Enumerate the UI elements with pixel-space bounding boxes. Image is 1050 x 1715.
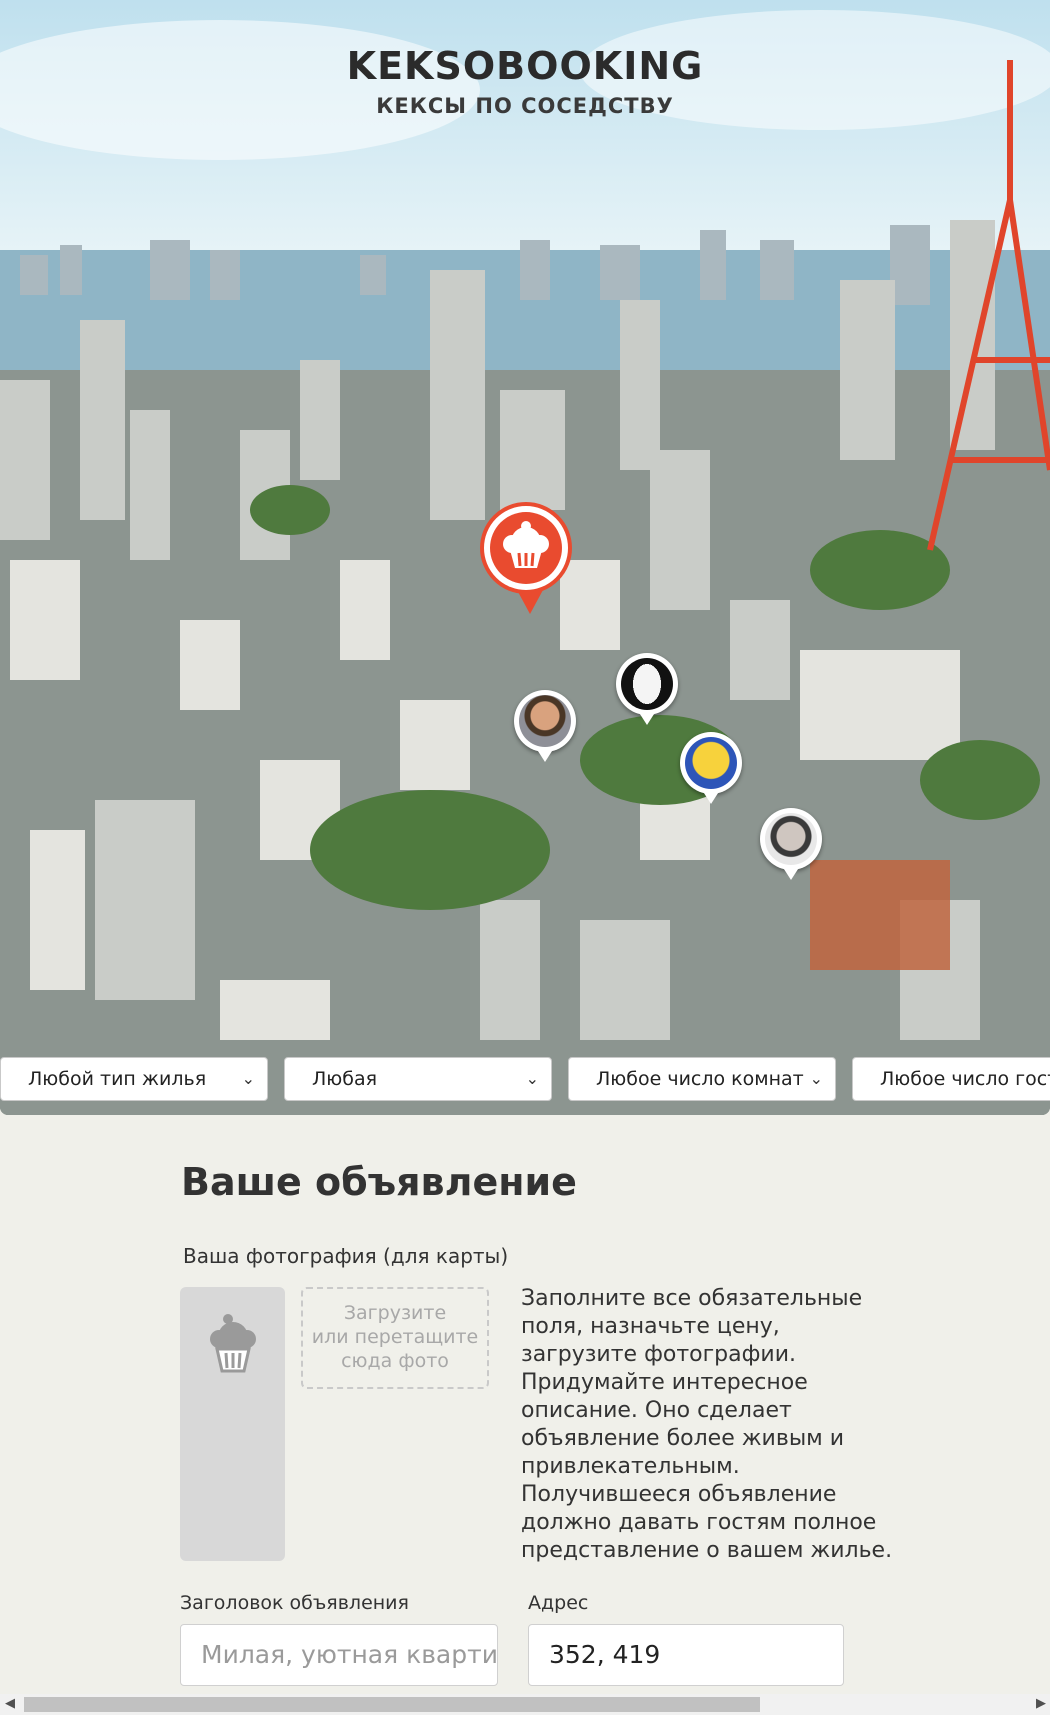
housing-type-select[interactable]: Любой тип жилья ⌄ xyxy=(0,1057,268,1101)
form-hint: Заполните все обязательные поля, назначь… xyxy=(521,1286,893,1563)
avatar-man-icon xyxy=(765,813,817,865)
brand-title: KEKSOBOOKING xyxy=(346,44,704,88)
avatar-cartoon-icon xyxy=(685,737,737,789)
form-title: Ваше объявление xyxy=(181,1160,577,1204)
address-field-label: Адрес xyxy=(528,1592,589,1614)
avatar-preview xyxy=(180,1287,285,1561)
guests-label: Любое число гостей xyxy=(880,1068,1050,1090)
map[interactable]: KEKSOBOOKING КЕКСЫ ПО СОСЕДСТВУ Любой ти… xyxy=(0,0,1050,1115)
guests-select[interactable]: Любое число гостей xyxy=(852,1057,1050,1101)
price-label: Любая xyxy=(312,1068,378,1090)
muffin-icon xyxy=(503,521,549,568)
chevron-down-icon: ⌄ xyxy=(809,1069,823,1088)
pin-cartoon[interactable] xyxy=(680,732,742,804)
title-input[interactable]: Милая, уютная квартирка в центре Токио xyxy=(180,1624,498,1686)
avatar-label: Ваша фотография (для карты) xyxy=(183,1244,509,1268)
address-input[interactable]: 352, 419 xyxy=(528,1624,844,1686)
scroll-right-icon[interactable]: ▶ xyxy=(1036,1696,1046,1711)
pin-man-1[interactable] xyxy=(514,690,576,762)
chevron-down-icon: ⌄ xyxy=(525,1069,539,1088)
horizontal-scrollbar[interactable]: ◀ ▶ xyxy=(0,1694,1050,1715)
pin-mask[interactable] xyxy=(616,653,678,725)
chevron-down-icon: ⌄ xyxy=(241,1069,255,1088)
muffin-icon xyxy=(210,1314,256,1373)
upload-line-3: сюда фото xyxy=(341,1350,449,1372)
upload-line-2: или перетащите xyxy=(311,1326,479,1348)
avatar-mask-icon xyxy=(621,658,673,710)
scroll-left-icon[interactable]: ◀ xyxy=(5,1696,15,1711)
brand: KEKSOBOOKING КЕКСЫ ПО СОСЕДСТВУ xyxy=(0,44,1050,118)
rooms-select[interactable]: Любое число комнат ⌄ xyxy=(568,1057,836,1101)
pin-man-2[interactable] xyxy=(760,808,822,880)
scrollbar-thumb[interactable] xyxy=(24,1697,760,1712)
avatar-upload-zone[interactable]: Загрузите или перетащите сюда фото xyxy=(301,1287,489,1389)
rooms-label: Любое число комнат xyxy=(596,1068,804,1090)
price-select[interactable]: Любая ⌄ xyxy=(284,1057,552,1101)
housing-type-label: Любой тип жилья xyxy=(28,1068,207,1090)
avatar-man-icon xyxy=(519,695,571,747)
map-filters: Любой тип жилья ⌄ Любая ⌄ Любое число ко… xyxy=(0,1057,1050,1103)
brand-subtitle: КЕКСЫ ПО СОСЕДСТВУ xyxy=(376,94,674,118)
title-field-label: Заголовок объявления xyxy=(180,1592,409,1614)
main-pin[interactable] xyxy=(480,502,572,614)
upload-line-1: Загрузите xyxy=(343,1302,447,1324)
